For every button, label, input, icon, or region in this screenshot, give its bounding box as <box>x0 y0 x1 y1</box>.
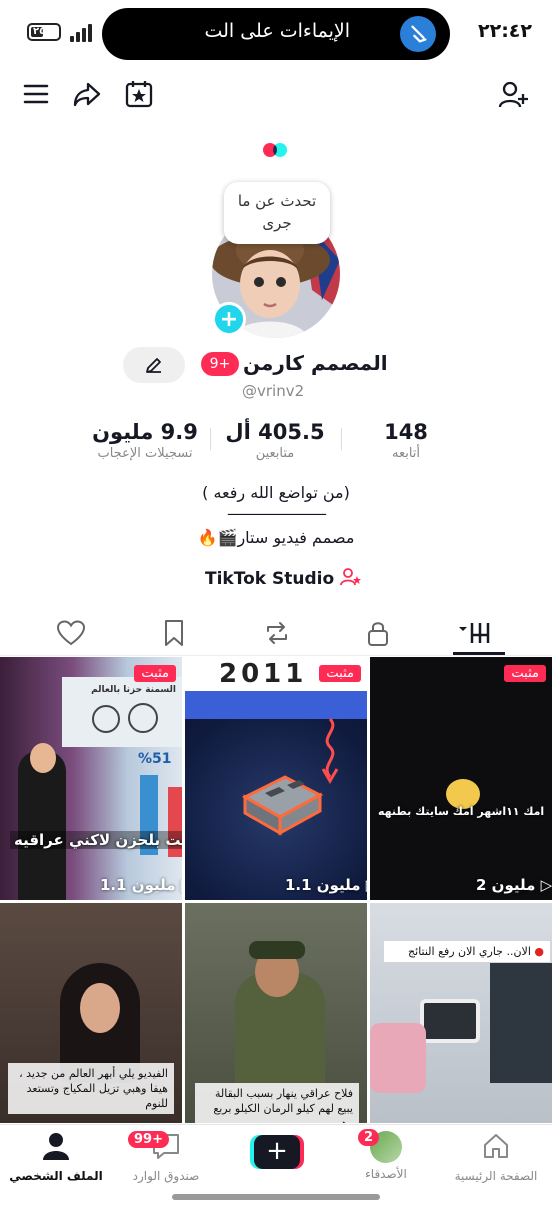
stat-divider <box>341 428 342 450</box>
followers-count: 405.5 أل <box>225 420 325 444</box>
video-caption: ● الان.. جاري الان رفع النتائج <box>384 941 550 962</box>
repost-icon <box>267 622 287 644</box>
grid-bars-icon <box>459 623 490 643</box>
notification-badge[interactable]: 9+ <box>201 352 239 376</box>
red-dot-icon: ● <box>534 945 544 958</box>
profile-icon <box>43 1133 69 1160</box>
likes-label: تسجيلات الإعجاب <box>97 446 193 461</box>
video-thumbnail[interactable]: فلاح عراقي ينهار بسبب البقالة يبيع لهم ك… <box>185 903 367 1123</box>
signal-icon <box>70 24 94 42</box>
following-count: 148 <box>384 420 428 444</box>
top-nav <box>0 76 552 116</box>
tab-reposts[interactable] <box>262 618 294 650</box>
inbox-badge: 99+ <box>128 1131 169 1148</box>
add-friend-icon[interactable] <box>498 80 530 112</box>
username[interactable]: @vrinv2 <box>242 382 304 400</box>
gesture-banner-text: الإيماءات على الت <box>204 20 350 42</box>
video-thumbnail[interactable]: ● الان.. جاري الان رفع النتائج <box>370 903 552 1123</box>
status-bar: ٢٥ الإيماءات على الت ٢٢:٤٢ <box>0 0 552 64</box>
video-caption: امك ١١اشهر امك سايتك بطنهه <box>378 805 545 818</box>
view-count: 1.1 مليون ▷ <box>100 876 182 894</box>
stat-followers[interactable]: 405.5 أل متابعين <box>222 420 328 461</box>
nav-inbox[interactable]: صندوق الوارد 99+ <box>116 1131 216 1183</box>
studio-person-star-icon <box>340 568 362 586</box>
video-thumbnail[interactable]: الفيديو يلي أبهر العالم من جديد ، هيفا و… <box>0 903 182 1123</box>
cinder-block-image <box>241 775 324 836</box>
pinned-badge: مثبت <box>319 665 361 682</box>
calendar-star-icon[interactable] <box>124 79 156 111</box>
edit-profile-button[interactable] <box>123 347 185 383</box>
pencil-icon <box>146 358 161 373</box>
display-name: المصمم كارمن <box>243 351 388 375</box>
video-caption: لست بلحزن لاكني عراقيه <box>10 831 182 849</box>
tiktok-studio-link[interactable]: TikTok Studio <box>205 567 362 589</box>
share-icon[interactable] <box>72 80 104 112</box>
create-button[interactable]: + <box>250 1135 304 1169</box>
profile-tabs <box>0 612 552 656</box>
nav-friends-label: الأصدقاء <box>365 1167 407 1181</box>
plus-icon: + <box>254 1135 300 1169</box>
stat-likes[interactable]: 9.9 مليون تسجيلات الإعجاب <box>84 420 206 461</box>
play-icon: ▷ <box>181 876 182 894</box>
nav-profile[interactable]: الملف الشخصي <box>6 1131 106 1183</box>
menu-icon[interactable] <box>22 80 54 112</box>
home-indicator[interactable] <box>172 1194 380 1200</box>
tab-private[interactable] <box>364 618 396 650</box>
tiktok-studio-label: TikTok Studio <box>205 569 335 589</box>
battery-icon: ٢٥ <box>27 23 61 41</box>
heart-icon <box>56 620 86 646</box>
note-bubble[interactable]: تحدث عن ما جرى <box>224 182 330 244</box>
stat-following[interactable]: 148 أتابعه <box>372 420 440 461</box>
tab-liked[interactable] <box>56 618 88 650</box>
play-icon: ▷ <box>540 876 552 894</box>
bio-divider: ——————— <box>227 504 327 523</box>
nav-profile-label: الملف الشخصي <box>9 1169 103 1183</box>
tab-saved[interactable] <box>160 618 192 650</box>
bottom-nav: الصفحة الرئيسية الأصدقاء 2 + صندوق الوار… <box>0 1124 552 1214</box>
view-count: 2 مليون ▷ <box>476 876 552 894</box>
bio-line: (من تواضع الله رفعه ) <box>202 483 350 502</box>
bio-line: مصمم فيديو ستار🎬🔥 <box>197 528 355 547</box>
nav-friends[interactable]: الأصدقاء 2 <box>336 1129 436 1181</box>
pinned-badge: مثبت <box>504 665 546 682</box>
play-icon: ▷ <box>366 876 367 894</box>
active-tab-indicator <box>453 652 505 655</box>
video-thumbnail[interactable]: %51 السمنة حزنا بالعالم لست بلحزن لاكني … <box>0 657 182 900</box>
tiktok-now-icon[interactable] <box>263 143 291 157</box>
video-thumbnail[interactable]: امك ١١اشهر امك سايتك بطنهه مثبت 2 مليون … <box>370 657 552 900</box>
nav-home[interactable]: الصفحة الرئيسية <box>446 1131 546 1183</box>
view-count: 1.1 مليون ▷ <box>285 876 367 894</box>
gesture-banner[interactable]: الإيماءات على الت <box>102 8 450 60</box>
tab-videos[interactable] <box>458 618 490 650</box>
arrow-doodle <box>321 717 339 784</box>
bookmark-icon <box>165 620 183 646</box>
battery-level: ٢٥ <box>33 26 46 37</box>
video-header-text: 2011 <box>219 659 308 689</box>
nav-home-label: الصفحة الرئيسية <box>454 1169 538 1183</box>
followers-label: متابعين <box>255 446 295 461</box>
friends-badge: 2 <box>358 1129 380 1146</box>
following-label: أتابعه <box>391 446 421 461</box>
gesture-hand-icon <box>400 16 436 52</box>
stat-divider <box>210 428 211 450</box>
video-thumbnail[interactable]: 2011 مثبت 1.1 مليون ▷ <box>185 657 367 900</box>
clock: ٢٢:٤٢ <box>478 20 532 42</box>
nav-inbox-label: صندوق الوارد <box>132 1169 200 1183</box>
video-percent: %51 <box>138 751 172 767</box>
pinned-badge: مثبت <box>134 665 176 682</box>
home-icon <box>484 1134 508 1158</box>
video-header-text: السمنة حزنا بالعالم <box>91 685 176 695</box>
video-caption: فلاح عراقي ينهار بسبب البقالة يبيع لهم ك… <box>195 1083 359 1123</box>
lock-icon <box>368 622 388 646</box>
likes-count: 9.9 مليون <box>92 420 198 444</box>
add-story-plus-icon[interactable]: + <box>212 302 246 336</box>
video-caption: الفيديو يلي أبهر العالم من جديد ، هيفا و… <box>8 1063 174 1114</box>
